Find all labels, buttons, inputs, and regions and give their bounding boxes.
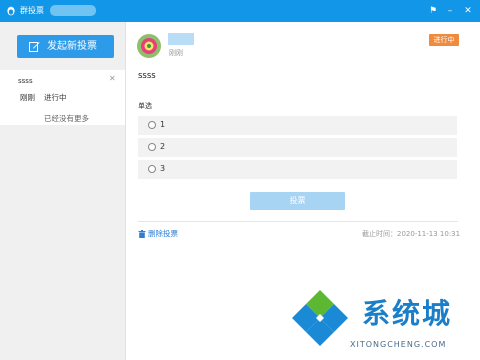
edit-icon	[29, 42, 40, 52]
poll-option-label: 2	[160, 142, 166, 151]
trash-icon	[138, 230, 146, 238]
poll-option-label: 1	[160, 120, 166, 129]
qq-penguin-icon	[7, 6, 15, 16]
new-vote-label: 发起新投票	[47, 41, 97, 52]
avatar	[137, 34, 161, 58]
poll-list-item-time: 刚刚	[20, 93, 35, 102]
poll-option[interactable]: 2	[138, 138, 457, 157]
pin-icon[interactable]: ⚑	[427, 5, 439, 17]
post-time: 刚刚	[169, 49, 183, 57]
watermark: 系统城 XITONGCHENG.COM	[288, 282, 478, 358]
divider	[138, 221, 458, 222]
poll-option-label: 3	[160, 164, 166, 173]
poll-option[interactable]: 1	[138, 116, 457, 135]
watermark-subtext: XITONGCHENG.COM	[350, 340, 447, 349]
poll-list-item-status: 进行中	[44, 93, 67, 102]
window-title: 群投票	[20, 6, 44, 15]
poll-option[interactable]: 3	[138, 160, 457, 179]
no-more-text: 已经没有更多	[44, 114, 89, 123]
title-bar: 群投票 ⚑ – ✕	[0, 0, 480, 22]
radio-button[interactable]	[148, 121, 156, 129]
status-badge: 进行中	[429, 34, 459, 46]
vote-button[interactable]: 投票	[250, 192, 345, 210]
deadline-text: 截止时间：2020-11-13 10:31	[362, 230, 461, 238]
group-name-redacted	[50, 5, 96, 16]
radio-button[interactable]	[148, 165, 156, 173]
close-icon[interactable]: ✕	[109, 74, 116, 83]
poll-list-item-name: ssss	[18, 77, 33, 85]
radio-button[interactable]	[148, 143, 156, 151]
close-icon[interactable]: ✕	[462, 5, 474, 17]
site-logo-icon	[292, 290, 348, 346]
sidebar: 发起新投票 ssss ✕ 刚刚 进行中 已经没有更多	[0, 22, 126, 360]
new-vote-button[interactable]: 发起新投票	[17, 35, 114, 58]
poll-type-label: 单选	[138, 102, 152, 110]
username-redacted	[168, 33, 194, 45]
poll-title: ssss	[138, 71, 156, 81]
minimize-icon[interactable]: –	[444, 5, 456, 17]
watermark-text: 系统城	[362, 297, 453, 330]
delete-vote-label: 删除投票	[148, 229, 178, 238]
